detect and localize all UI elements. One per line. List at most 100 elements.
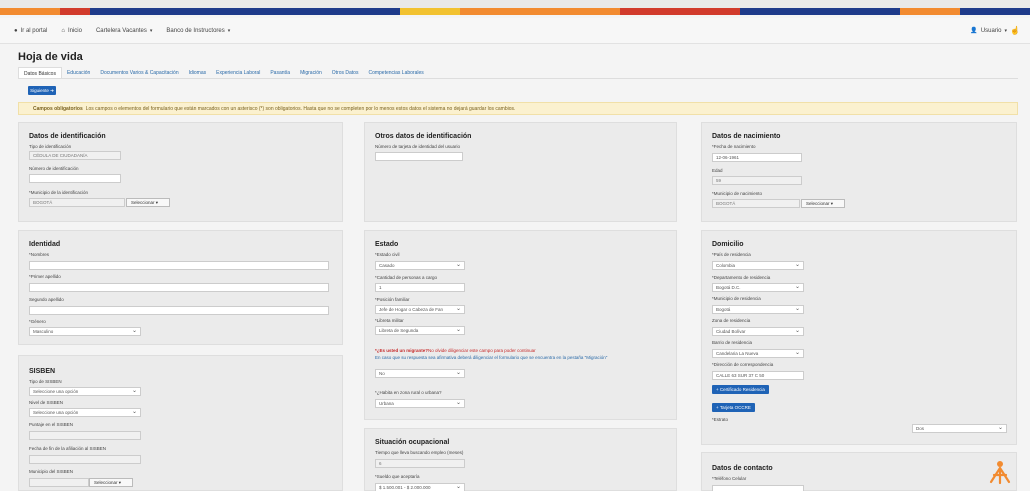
municipio-identificacion-select-button[interactable]: Seleccionar ▾ [126, 198, 170, 207]
pais-label: *País de residencia [712, 252, 751, 257]
migrante-select[interactable]: No [375, 369, 465, 378]
stripe-segment [400, 8, 460, 15]
home-icon: ⌂ [61, 27, 65, 34]
cartelera-menu[interactable]: Cartelera Vacantes ▾ [96, 28, 152, 34]
nombres-field[interactable] [29, 261, 329, 270]
numero-identificacion-field[interactable] [29, 174, 121, 183]
edad-label: Edad [712, 168, 723, 173]
estado-civil-select[interactable]: Casado [375, 261, 465, 270]
personas-cargo-label: *Cantidad de personas a cargo [375, 275, 438, 280]
tab-experiencia[interactable]: Experiencia Laboral [211, 67, 265, 78]
tarjeta-identidad-field[interactable] [375, 152, 463, 161]
browser-bar [0, 0, 1030, 8]
nacimiento-panel: Datos de nacimiento *Fecha de nacimiento… [701, 122, 1017, 222]
brand-stripe [0, 8, 1030, 15]
user-icon: 👤 [970, 28, 978, 34]
nacimiento-title: Datos de nacimiento [712, 133, 781, 140]
tiempo-empleo-label: Tiempo que lleva buscando empleo (meses) [375, 450, 464, 455]
municipio-identificacion-field: BOGOTÁ [29, 198, 125, 207]
estrato-select[interactable]: Dos [912, 424, 1007, 433]
ocupacional-panel: Situación ocupacional Tiempo que lleva b… [364, 428, 677, 491]
genero-select[interactable]: Masculino [29, 327, 141, 336]
circle-icon: ● [14, 27, 18, 34]
tipo-sisben-select[interactable]: Seleccione una opción [29, 387, 141, 396]
barrio-select[interactable]: Candelaria La Nueva [712, 349, 804, 358]
sisben-title: SISBEN [29, 368, 56, 375]
tab-migracion[interactable]: Migración [295, 67, 327, 78]
tiempo-empleo-field[interactable]: 6 [375, 459, 465, 468]
next-button[interactable]: Siguiente ➜ [28, 86, 56, 95]
fecha-nacimiento-field[interactable]: 12-06-1961 [712, 153, 802, 162]
cursor-icon: ☝ [1010, 26, 1020, 35]
tab-datos-basicos[interactable]: Datos Básicos [18, 67, 62, 78]
sisben-panel: SISBEN Tipo de SISBEN Seleccione una opc… [18, 355, 343, 491]
municipio-nacimiento-label: *Municipio de nacimiento [712, 191, 763, 196]
municipio-residencia-select[interactable]: Bogotá [712, 305, 804, 314]
estrato-label: *Estrato [712, 417, 729, 422]
otros-identificacion-panel: Otros datos de identificación Número de … [364, 122, 677, 222]
primer-apellido-field[interactable] [29, 283, 329, 292]
puntaje-sisben-label: Puntaje en el SISBEN [29, 422, 74, 427]
caret-down-icon: ▾ [1004, 27, 1008, 34]
tipo-sisben-label: Tipo de SISBEN [29, 379, 62, 384]
tab-documentos[interactable]: Documentos Varios & Capacitación [95, 67, 183, 78]
certificado-residencia-button[interactable]: + Certificado Residencia [712, 385, 769, 394]
user-menu[interactable]: 👤 Usuario ▾ ☝ [970, 26, 1020, 35]
page-title: Hoja de vida [18, 51, 83, 63]
nivel-sisben-label: Nivel de SISBEN [29, 400, 64, 405]
zona-residencia-label: Zona de residencia [712, 318, 751, 323]
tab-pasantia[interactable]: Pasantía [265, 67, 295, 78]
tipo-identificacion-field: CÉDULA DE CIUDADANÍA [29, 151, 121, 160]
zona-habita-select[interactable]: Urbana [375, 399, 465, 408]
top-navigation: ● Ir al portal ⌂ Inicio Cartelera Vacantes… [0, 18, 1030, 44]
pais-select[interactable]: Colombia [712, 261, 804, 270]
segundo-apellido-label: Segundo apellido [29, 297, 64, 302]
tab-otros-datos[interactable]: Otros Datos [327, 67, 364, 78]
sena-logo [989, 461, 1011, 485]
segundo-apellido-field[interactable] [29, 306, 329, 315]
municipio-nacimiento-select-button[interactable]: Seleccionar ▾ [801, 199, 845, 208]
caret-down-icon: ▾ [227, 27, 231, 34]
libreta-militar-select[interactable]: Libreta de Segunda [375, 326, 465, 335]
stripe-segment [620, 8, 740, 15]
celular-field[interactable] [712, 485, 804, 491]
posicion-familiar-select[interactable]: Jefe de Hogar o Cabeza de Fan [375, 305, 465, 314]
primer-apellido-label: *Primer apellido [29, 274, 61, 279]
ocupacional-title: Situación ocupacional [375, 439, 450, 446]
fecha-fin-sisben-field[interactable] [29, 455, 141, 464]
stripe-segment [460, 8, 620, 15]
domicilio-panel: Domicilio *País de residencia Colombia *… [701, 230, 1017, 445]
municipio-sisben-select-button[interactable]: Seleccionar ▾ [89, 478, 133, 487]
otros-identificacion-title: Otros datos de identificación [375, 133, 472, 140]
stripe-segment [90, 8, 400, 15]
tarjeta-identidad-label: Número de tarjeta de identidad del usuar… [375, 144, 461, 149]
municipio-residencia-label: *Municipio de residencia [712, 296, 761, 301]
tarjeta-occre-button[interactable]: + Tarjeta OCCRE [712, 403, 755, 412]
portal-link[interactable]: ● Ir al portal [14, 28, 47, 34]
tab-bar: Datos Básicos Educación Documentos Vario… [18, 67, 1018, 79]
personas-cargo-field[interactable]: 1 [375, 283, 465, 292]
genero-label: *Género [29, 319, 46, 324]
estado-civil-label: *Estado civil [375, 252, 400, 257]
nivel-sisben-select[interactable]: Seleccione una opción [29, 408, 141, 417]
stripe-segment [740, 8, 900, 15]
tab-idiomas[interactable]: Idiomas [184, 67, 212, 78]
direccion-field[interactable]: CALLE 63 SUR 37 C 50 [712, 371, 804, 380]
banco-menu[interactable]: Banco de Instructores ▾ [166, 28, 230, 34]
sueldo-select[interactable]: $ 1.500.001 - $ 2.000.000 [375, 483, 465, 491]
tab-competencias[interactable]: Competencias Laborales [363, 67, 428, 78]
numero-identificacion-label: Número de identificación [29, 166, 79, 171]
municipio-sisben-label: Municipio del SISBEN [29, 469, 74, 474]
estado-panel: Estado *Estado civil Casado *Cantidad de… [364, 230, 677, 420]
posicion-familiar-label: *Posición familiar [375, 297, 410, 302]
identidad-panel: Identidad *Nombres *Primer apellido Segu… [18, 230, 343, 345]
inicio-link[interactable]: ⌂ Inicio [61, 28, 82, 34]
domicilio-title: Domicilio [712, 241, 744, 248]
identificacion-title: Datos de identificación [29, 133, 106, 140]
stripe-segment [0, 8, 60, 15]
zona-residencia-select[interactable]: Ciudad Bolívar [712, 327, 804, 336]
required-alert: Campos obligatorios Los campos o elemento… [18, 102, 1018, 115]
tab-educacion[interactable]: Educación [62, 67, 95, 78]
puntaje-sisben-field[interactable] [29, 431, 141, 440]
departamento-select[interactable]: Bogotá D.C. [712, 283, 804, 292]
